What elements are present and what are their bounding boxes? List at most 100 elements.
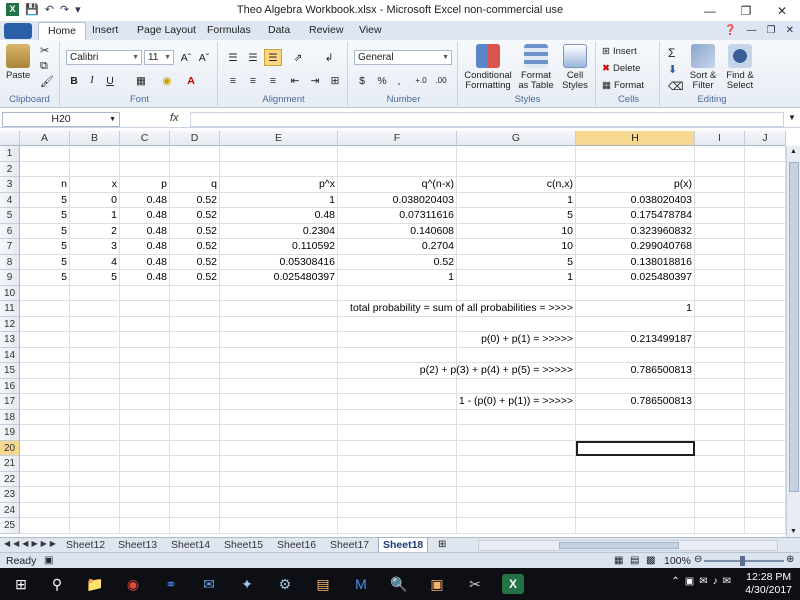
cell-d16[interactable] [170,378,220,394]
row-header-17[interactable]: 17 [0,394,20,410]
align-right-button[interactable]: ≡ [264,72,282,89]
file-explorer-icon[interactable]: 📁 [84,574,106,594]
cell-d22[interactable] [170,471,220,487]
cell-d10[interactable] [170,285,220,301]
column-header-d[interactable]: D [170,131,220,146]
cell-e15[interactable] [220,363,338,379]
row-header-6[interactable]: 6 [0,223,20,239]
cell-g21[interactable] [457,456,576,472]
cell-h12[interactable] [576,316,695,332]
taskbar-clock[interactable]: 12:28 PM 4/30/2017 [745,571,792,597]
row-header-3[interactable]: 3 [0,177,20,193]
column-header-j[interactable]: J [745,131,786,146]
cell-i4[interactable] [695,192,745,208]
cell-h18[interactable] [576,409,695,425]
restore-button[interactable]: ❐ [728,0,764,22]
restore-workbook-icon[interactable]: ❐ [767,25,776,36]
font-name-dropdown[interactable]: Calibri ▼ [66,50,142,65]
cell-g25[interactable] [457,518,576,534]
cell-e19[interactable] [220,425,338,441]
scroll-down-icon[interactable]: ▼ [790,528,797,535]
cell-j14[interactable] [745,347,786,363]
align-middle-button[interactable]: ☰ [244,49,262,66]
cell-c11[interactable] [120,301,170,317]
vertical-scrollbar[interactable]: ▲ ▼ [786,146,800,537]
cell-i20[interactable] [695,440,745,456]
tab-data[interactable]: Data [268,24,290,36]
close-workbook-icon[interactable]: ✕ [786,25,794,36]
cell-i19[interactable] [695,425,745,441]
cell-a12[interactable] [20,316,70,332]
percent-button[interactable]: % [374,72,390,89]
cell-a24[interactable] [20,502,70,518]
cell-g10[interactable] [457,285,576,301]
column-header-i[interactable]: I [695,131,745,146]
cell-b22[interactable] [70,471,120,487]
tab-insert[interactable]: Insert [92,24,118,36]
mail-icon[interactable]: ✉ [198,574,220,594]
cell-a21[interactable] [20,456,70,472]
media-player-icon[interactable]: ⚭ [160,574,182,594]
cell-f10[interactable] [338,285,457,301]
cell-i23[interactable] [695,487,745,503]
cell-b11[interactable] [70,301,120,317]
row-header-16[interactable]: 16 [0,378,20,394]
cell-i14[interactable] [695,347,745,363]
close-button[interactable]: ✕ [764,0,800,22]
cell-i1[interactable] [695,146,745,162]
fill-icon[interactable]: ⬇ [668,63,677,76]
increase-font-button[interactable]: Aˆ [178,49,194,66]
cell-a25[interactable] [20,518,70,534]
cell-c25[interactable] [120,518,170,534]
row-header-15[interactable]: 15 [0,363,20,379]
insert-cells-button[interactable]: ⊞ Insert [602,46,637,57]
comma-button[interactable]: , [392,72,406,89]
horizontal-scrollbar[interactable] [478,540,778,551]
cell-f18[interactable] [338,409,457,425]
column-header-a[interactable]: A [20,131,70,146]
cell-e13[interactable] [220,332,338,348]
calculator-icon[interactable]: ▤ [312,574,334,594]
cell-h10[interactable] [576,285,695,301]
app-m-icon[interactable]: M [350,574,372,594]
snipping-tool-icon[interactable]: ✂ [464,574,486,594]
row-header-21[interactable]: 21 [0,456,20,472]
increase-indent-button[interactable]: ⇥ [306,72,324,89]
tab-page-layout[interactable]: Page Layout [137,24,196,36]
find-select-button[interactable]: Find & Select [722,44,758,91]
orientation-button[interactable]: ⇗ [286,49,310,66]
cell-b12[interactable] [70,316,120,332]
column-header-g[interactable]: G [457,131,576,146]
cell-j22[interactable] [745,471,786,487]
sheet-nav-icons[interactable]: ◀◀◀▶▶▶ [4,539,59,548]
minimize-ribbon-icon[interactable]: — [747,25,757,36]
sheet-tab-sheet14[interactable]: Sheet14 [167,538,214,552]
cell-c16[interactable] [120,378,170,394]
cell-e16[interactable] [220,378,338,394]
bold-button[interactable]: B [66,72,82,89]
cell-i22[interactable] [695,471,745,487]
cell-c15[interactable] [120,363,170,379]
cell-d23[interactable] [170,487,220,503]
vertical-scroll-thumb[interactable] [789,162,799,492]
align-top-button[interactable]: ☰ [224,49,242,66]
cell-j18[interactable] [745,409,786,425]
excel-taskbar-icon[interactable]: X [502,574,524,594]
merge-center-button[interactable]: ⊞ [326,72,344,89]
select-all-corner[interactable] [0,131,20,146]
cell-i15[interactable] [695,363,745,379]
cell-a18[interactable] [20,409,70,425]
cell-i11[interactable] [695,301,745,317]
column-header-f[interactable]: F [338,131,457,146]
currency-button[interactable]: $ [354,72,370,89]
cell-h24[interactable] [576,502,695,518]
column-header-c[interactable]: C [120,131,170,146]
cell-a15[interactable] [20,363,70,379]
cell-d21[interactable] [170,456,220,472]
cell-j20[interactable] [745,440,786,456]
search-icon[interactable]: ⚲ [46,574,68,594]
cell-i18[interactable] [695,409,745,425]
cell-d14[interactable] [170,347,220,363]
cell-h2[interactable] [576,161,695,177]
cell-j5[interactable] [745,208,786,224]
